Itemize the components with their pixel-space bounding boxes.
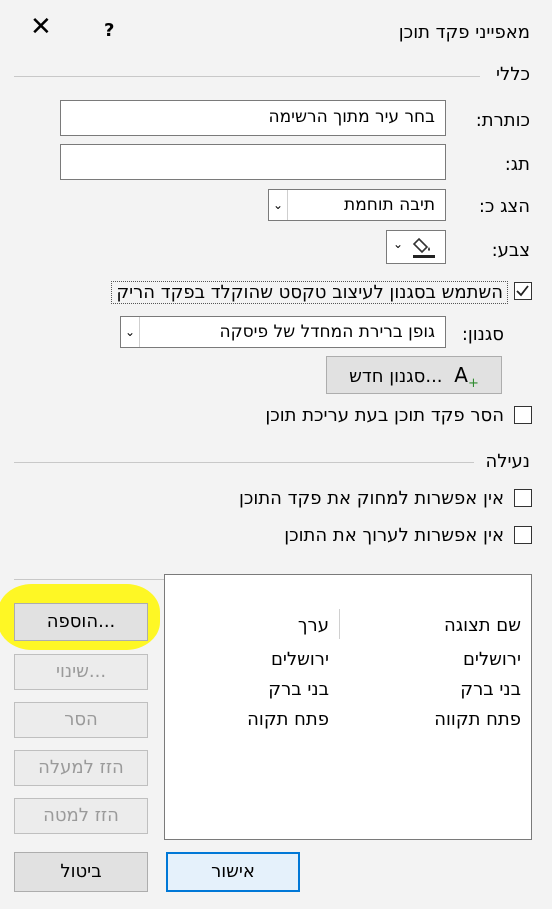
move-down-button[interactable]: הזז למטה: [14, 798, 148, 834]
remove-button[interactable]: הסר: [14, 702, 148, 738]
new-style-label: סגנון חדש...: [349, 366, 443, 387]
divider: [14, 462, 474, 463]
column-header-value[interactable]: ערך: [298, 615, 329, 636]
tag-input[interactable]: [60, 144, 446, 180]
cancel-button[interactable]: ביטול: [14, 852, 148, 892]
section-general: כללי: [495, 64, 530, 85]
add-button[interactable]: הוספה...: [14, 603, 148, 641]
list-item-value[interactable]: בני ברק: [268, 679, 329, 700]
style-select[interactable]: גופן ברירת המחדל של פיסקה ⌄: [120, 316, 446, 348]
style-value: גופן ברירת המחדל של פיסקה: [219, 322, 435, 342]
color-picker[interactable]: ⌄: [386, 230, 446, 264]
tag-label: תג:: [504, 154, 530, 175]
no-delete-label: אין אפשרות למחוק את פקד התוכן: [239, 488, 504, 509]
list-item-value[interactable]: פתח תקוה: [247, 709, 329, 730]
color-label: צבע:: [491, 240, 530, 261]
chevron-down-icon: ⌄: [121, 317, 140, 347]
use-style-label[interactable]: השתמש בסגנון לעיצוב טקסט שהוקלד בפקד הרי…: [111, 281, 508, 304]
paint-bucket-icon: [411, 235, 437, 259]
remove-control-label: הסר פקד תוכן בעת עריכת תוכן: [265, 405, 504, 426]
column-divider: [339, 609, 340, 639]
style-label: סגנון:: [461, 324, 504, 345]
section-locking: נעילה: [485, 451, 531, 472]
show-as-value: תיבה תוחמת: [344, 195, 435, 215]
list-item-value[interactable]: ירושלים: [271, 649, 329, 670]
title-input[interactable]: בחר עיר מתוך הרשימה: [60, 100, 446, 136]
use-style-checkbox[interactable]: [514, 282, 532, 300]
column-header-display-name[interactable]: שם תצוגה: [444, 615, 521, 636]
no-delete-checkbox[interactable]: [514, 489, 532, 507]
show-as-select[interactable]: תיבה תוחמת ⌄: [268, 189, 446, 221]
list-item-display[interactable]: בני ברק: [460, 679, 521, 700]
help-button[interactable]: ?: [104, 20, 114, 41]
divider: [14, 76, 480, 77]
list-item-display[interactable]: ירושלים: [463, 649, 521, 670]
show-as-label: הצג כ:: [478, 196, 530, 217]
move-up-button[interactable]: הזז למעלה: [14, 750, 148, 786]
remove-control-checkbox[interactable]: [514, 406, 532, 424]
ok-button[interactable]: אישור: [166, 852, 300, 892]
chevron-down-icon: ⌄: [269, 190, 288, 220]
close-icon[interactable]: ✕: [30, 14, 52, 40]
title-label: כותרת:: [475, 110, 530, 131]
dropdown-list[interactable]: שם תצוגה ערך ירושלים ירושלים בני ברק בני…: [164, 574, 532, 840]
chevron-down-icon: ⌄: [393, 237, 404, 251]
list-item-display[interactable]: פתח תקווה: [434, 709, 521, 730]
no-edit-checkbox[interactable]: [514, 526, 532, 544]
new-style-button[interactable]: סגנון חדש... A+: [326, 356, 502, 394]
new-style-icon: A+: [454, 363, 479, 391]
no-edit-label: אין אפשרות לערוך את התוכן: [284, 525, 504, 546]
modify-button[interactable]: שינוי...: [14, 654, 148, 690]
dialog-title: מאפייני פקד תוכן: [398, 22, 530, 43]
